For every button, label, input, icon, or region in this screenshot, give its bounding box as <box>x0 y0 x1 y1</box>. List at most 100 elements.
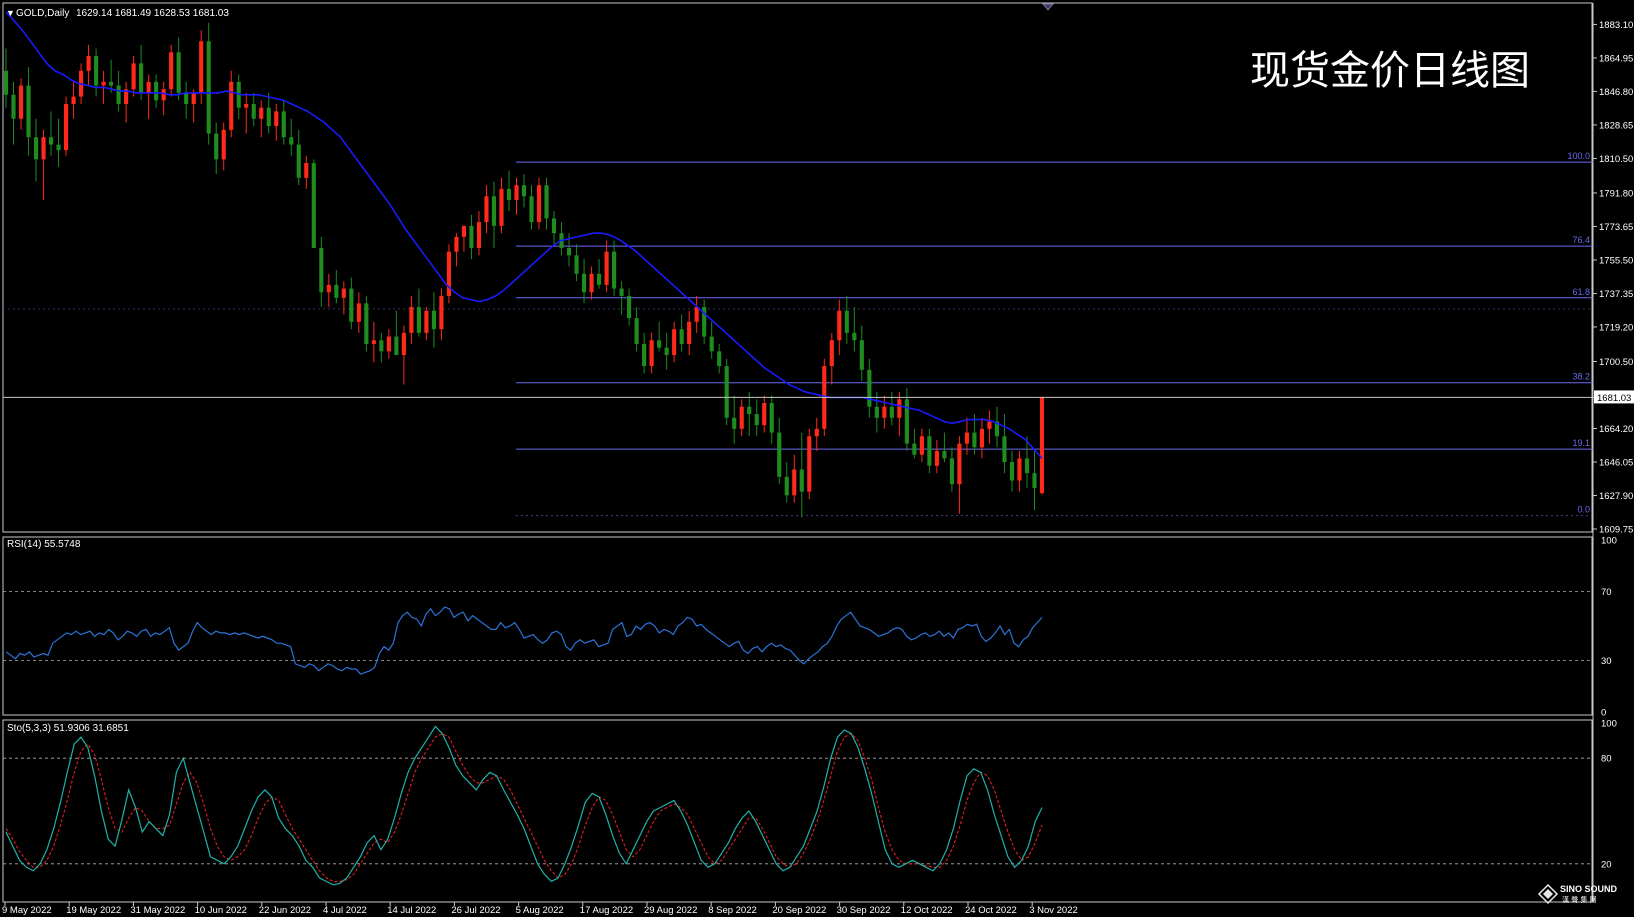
price-tick-label: 1609.75 <box>1599 525 1633 536</box>
candle-body <box>371 340 376 344</box>
time-tick-label: 9 May 2022 <box>2 905 52 916</box>
time-tick-label: 29 Aug 2022 <box>644 905 697 916</box>
candle-body <box>777 432 782 477</box>
candle-body <box>762 403 767 426</box>
candle-body <box>627 295 632 319</box>
candle-body <box>86 55 91 71</box>
candle-body <box>356 303 361 322</box>
candle-body <box>949 458 954 485</box>
price-tick-label: 1737.35 <box>1599 289 1633 300</box>
candle-body <box>424 310 429 333</box>
candle-body <box>987 421 992 429</box>
time-tick-label: 24 Oct 2022 <box>965 905 1017 916</box>
rsi-tick-label: 0 <box>1601 708 1606 719</box>
candle-body <box>672 329 677 356</box>
candle-body <box>942 451 947 459</box>
rsi-tick-label: 70 <box>1601 587 1612 598</box>
candle-body <box>589 273 594 293</box>
candle-body <box>499 188 504 226</box>
candle-body <box>799 469 804 492</box>
candle-body <box>386 336 391 352</box>
candle-body <box>221 129 226 160</box>
candle-body <box>266 107 271 127</box>
candle-body <box>469 225 474 248</box>
time-tick-label: 31 May 2022 <box>130 905 185 916</box>
candle-body <box>882 406 887 418</box>
candle-body <box>311 163 316 248</box>
rsi-label: RSI(14) 55.5748 <box>7 539 81 550</box>
candle-body <box>431 310 436 330</box>
time-tick-label: 22 Jun 2022 <box>259 905 311 916</box>
candle-body <box>709 336 714 352</box>
price-tick-label: 1700.50 <box>1599 357 1633 368</box>
candle-body <box>784 476 789 496</box>
candle-body <box>664 347 669 356</box>
sto-tick-label: 20 <box>1601 859 1612 870</box>
trading-chart[interactable]: 100.0 76.4 61.8 38.2 19.1 0.0 100 70 30 0 100 80 2… <box>0 0 1634 917</box>
candle-body <box>274 111 279 127</box>
rsi-tick-label: 100 <box>1601 536 1617 547</box>
candle-body <box>364 303 369 344</box>
chart-menu-arrow-icon[interactable]: ▼ <box>6 8 15 18</box>
candle-body <box>319 247 324 293</box>
candle-body <box>229 81 234 130</box>
candle-body <box>334 284 339 298</box>
candle-body <box>957 443 962 485</box>
rsi-panel[interactable] <box>2 536 1593 716</box>
candle-body <box>1009 462 1015 481</box>
time-tick-label: 19 May 2022 <box>66 905 121 916</box>
candle-body <box>1039 397 1045 494</box>
candle-body <box>972 432 977 448</box>
candle-body <box>867 369 872 407</box>
price-tick-label: 1646.05 <box>1599 457 1633 468</box>
symbol-label: GOLD,Daily <box>16 8 69 19</box>
fib-level-label: 61.8 <box>1572 287 1590 297</box>
candle-body <box>642 343 647 367</box>
price-tick-label: 1828.65 <box>1599 120 1633 131</box>
candle-body <box>724 366 729 418</box>
candle-body <box>859 340 864 370</box>
candle-body <box>604 251 609 285</box>
candle-body <box>506 188 512 200</box>
candle-body <box>897 399 902 418</box>
sto-tick-label: 80 <box>1601 754 1612 765</box>
candle-body <box>101 81 106 86</box>
candle-body <box>694 307 699 322</box>
candle-body <box>191 92 196 104</box>
time-tick-label: 10 Jun 2022 <box>195 905 247 916</box>
time-tick-label: 20 Sep 2022 <box>772 905 826 916</box>
candle-body <box>206 41 211 134</box>
price-tick-label: 1846.80 <box>1599 87 1633 98</box>
candle-body <box>484 196 489 223</box>
candle-body <box>461 225 467 237</box>
time-axis: 9 May 2022 19 May 2022 31 May 2022 10 Jun 2… <box>2 902 1078 916</box>
candle-body <box>837 310 842 341</box>
candle-body <box>259 107 264 119</box>
candle-body <box>807 436 812 492</box>
candle-body <box>214 133 219 160</box>
rsi-tick-label: 30 <box>1601 656 1612 667</box>
candle-body <box>116 85 121 104</box>
candle-body <box>574 255 579 274</box>
candle-body <box>634 318 639 344</box>
candle-body <box>769 403 774 433</box>
time-tick-label: 3 Nov 2022 <box>1029 905 1078 916</box>
candle-body <box>154 81 159 101</box>
candle-body <box>139 63 144 93</box>
candle-body <box>11 94 16 119</box>
candle-body <box>889 406 894 418</box>
candle-body <box>416 307 421 333</box>
candle-body <box>919 436 924 455</box>
candle-body <box>41 137 46 160</box>
candle-body <box>852 332 857 341</box>
candle-body <box>199 41 204 93</box>
stochastic-panel[interactable] <box>2 719 1593 903</box>
time-tick-label: 14 Jul 2022 <box>387 905 436 916</box>
time-tick-label: 17 Aug 2022 <box>580 905 633 916</box>
candle-body <box>732 417 737 429</box>
candle-body <box>747 406 752 415</box>
candle-body <box>912 443 917 455</box>
candle-body <box>18 85 24 119</box>
candle-body <box>184 92 189 104</box>
candle-body <box>649 340 654 367</box>
